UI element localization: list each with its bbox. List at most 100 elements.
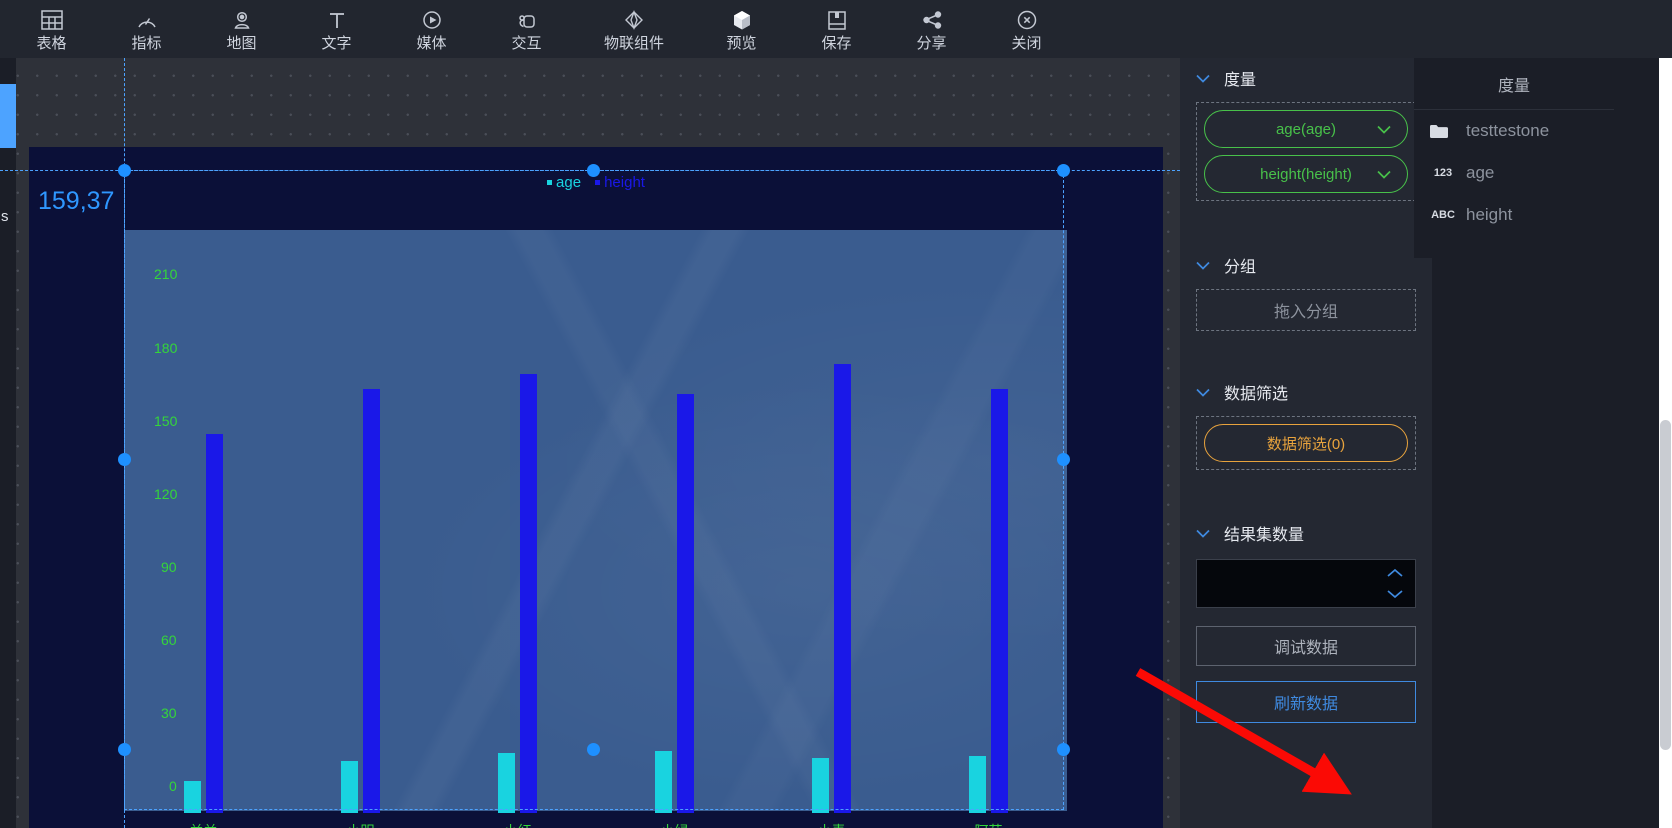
toolbar-label: 分享: [916, 34, 947, 52]
section-header-measures[interactable]: 度量: [1180, 58, 1432, 98]
bar-height-小青[interactable]: [834, 363, 851, 813]
y-axis-tick: 210: [154, 266, 178, 282]
section-header-filter[interactable]: 数据筛选: [1180, 372, 1432, 412]
chart-plot-area: [125, 230, 1067, 811]
refresh-data-button[interactable]: 刷新数据: [1196, 681, 1416, 723]
toolbar-label: 交互: [511, 34, 542, 52]
section-header-result-count[interactable]: 结果集数量: [1180, 513, 1432, 553]
legend-swatch-age: [547, 180, 553, 185]
bar-age-小明[interactable]: [341, 760, 358, 813]
toolbar-label: 表格: [36, 34, 67, 52]
folder-icon: [1430, 124, 1456, 139]
y-axis-tick: 180: [154, 340, 178, 356]
grouping-placeholder: 拖入分组: [1273, 304, 1338, 321]
toolbar-label: 物联组件: [603, 34, 664, 52]
stepper-up-icon[interactable]: [1387, 568, 1403, 578]
refresh-data-label: 刷新数据: [1273, 696, 1338, 713]
resize-handle-bottom-right[interactable]: [1057, 743, 1070, 756]
field-list-panel: 度量 testtestone 123 age ABC height: [1414, 58, 1614, 258]
bar-age-兰兰[interactable]: [184, 780, 201, 813]
media-play-icon: [419, 7, 445, 33]
toolbar-item-table[interactable]: 表格: [4, 0, 99, 58]
measure-chip-age[interactable]: age(age): [1204, 110, 1408, 148]
interaction-icon: [514, 7, 540, 33]
toolbar-item-media[interactable]: 媒体: [384, 0, 479, 58]
y-axis-tick: 60: [161, 632, 177, 648]
map-pin-icon: [229, 7, 255, 33]
filter-chip[interactable]: 数据筛选(0): [1204, 424, 1408, 462]
resize-handle-top-right[interactable]: [1057, 164, 1070, 177]
toolbar-label: 地图: [226, 34, 257, 52]
measure-chip-height[interactable]: height(height): [1204, 155, 1408, 193]
measures-drop-zone[interactable]: age(age) height(height): [1196, 102, 1416, 201]
chevron-down-icon[interactable]: [1377, 125, 1391, 134]
field-item-age[interactable]: 123 age: [1414, 152, 1614, 194]
field-item-testtestone[interactable]: testtestone: [1414, 110, 1614, 152]
resize-handle-middle-left[interactable]: [118, 453, 131, 466]
coordinate-readout: 159,37: [38, 187, 115, 215]
left-panel-active-tab[interactable]: [0, 84, 16, 148]
measure-chip-label: height(height): [1260, 165, 1352, 183]
bar-height-小红[interactable]: [520, 373, 537, 813]
close-circle-icon: [1014, 7, 1040, 33]
y-axis-tick: 150: [154, 413, 178, 429]
field-name: height: [1466, 205, 1513, 224]
field-name: age: [1466, 163, 1495, 182]
field-panel-title: 度量: [1414, 58, 1614, 110]
chart-widget[interactable]: age height 210 180 150 120 90 60 30 0 兰兰…: [29, 147, 1163, 828]
toolbar-label: 媒体: [416, 34, 447, 52]
resize-handle-top-center[interactable]: [587, 164, 600, 177]
bar-height-小绿[interactable]: [677, 393, 694, 813]
left-panel-sliver[interactable]: s: [0, 58, 16, 828]
resize-handle-top-left[interactable]: [118, 164, 131, 177]
legend-label: age: [556, 174, 582, 191]
chevron-down-icon[interactable]: [1377, 170, 1391, 179]
toolbar-item-close[interactable]: 关闭: [979, 0, 1074, 58]
section-title: 结果集数量: [1224, 527, 1305, 544]
resize-handle-bottom-left[interactable]: [118, 743, 131, 756]
text-icon: [324, 7, 350, 33]
toolbar-item-map[interactable]: 地图: [194, 0, 289, 58]
toolbar-item-interaction[interactable]: 交互: [479, 0, 574, 58]
bar-age-小红[interactable]: [498, 753, 515, 813]
y-axis-tick: 30: [161, 705, 177, 721]
section-header-grouping[interactable]: 分组: [1180, 245, 1432, 285]
bar-age-小绿[interactable]: [655, 750, 672, 813]
toolbar-item-share[interactable]: 分享: [884, 0, 979, 58]
bar-height-阿茹[interactable]: [991, 388, 1008, 813]
bar-height-小明[interactable]: [363, 388, 380, 813]
x-axis-tick: 阿茹: [949, 821, 1029, 828]
toolbar-label: 保存: [821, 34, 852, 52]
legend-item-age[interactable]: age: [547, 174, 581, 191]
number-type-icon: 123: [1433, 167, 1453, 179]
bar-age-阿茹[interactable]: [969, 755, 986, 813]
toolbar-item-save[interactable]: 保存: [789, 0, 884, 58]
legend-label: height: [604, 174, 645, 191]
toolbar-item-preview[interactable]: 预览: [694, 0, 789, 58]
floppy-save-icon: [824, 7, 850, 33]
filter-drop-zone[interactable]: 数据筛选(0): [1196, 416, 1416, 470]
bar-height-兰兰[interactable]: [206, 433, 223, 813]
page-scrollbar-thumb[interactable]: [1660, 420, 1671, 750]
field-item-height[interactable]: ABC height: [1414, 194, 1614, 236]
legend-item-height[interactable]: height: [595, 174, 645, 191]
resize-handle-middle-right[interactable]: [1057, 453, 1070, 466]
chart-config-panel: 度量 age(age) height(height) 分组 拖入分组 数据筛选 …: [1180, 58, 1432, 828]
chevron-down-icon: [1196, 529, 1210, 538]
resize-handle-bottom-center[interactable]: [587, 743, 600, 756]
grouping-drop-zone[interactable]: 拖入分组: [1196, 289, 1416, 331]
debug-data-button[interactable]: 调试数据: [1196, 626, 1416, 666]
design-canvas[interactable]: age height 210 180 150 120 90 60 30 0 兰兰…: [0, 58, 1180, 828]
stepper-down-icon[interactable]: [1387, 589, 1403, 599]
string-type-icon: ABC: [1431, 209, 1455, 221]
share-icon: [919, 7, 945, 33]
left-panel-text: s: [1, 208, 9, 225]
toolbar-item-text[interactable]: 文字: [289, 0, 384, 58]
toolbar-item-iot[interactable]: 物联组件: [574, 0, 694, 58]
result-count-input[interactable]: [1196, 559, 1416, 608]
toolbar-item-metric[interactable]: 指标: [99, 0, 194, 58]
filter-chip-label: 数据筛选(0): [1266, 435, 1346, 453]
x-axis-tick: 小绿: [635, 821, 715, 828]
bar-age-小青[interactable]: [812, 758, 829, 813]
top-toolbar: 表格 指标 地图 文字 媒体 交互 物联组件 预览 保存 分享 关闭: [0, 0, 1672, 58]
